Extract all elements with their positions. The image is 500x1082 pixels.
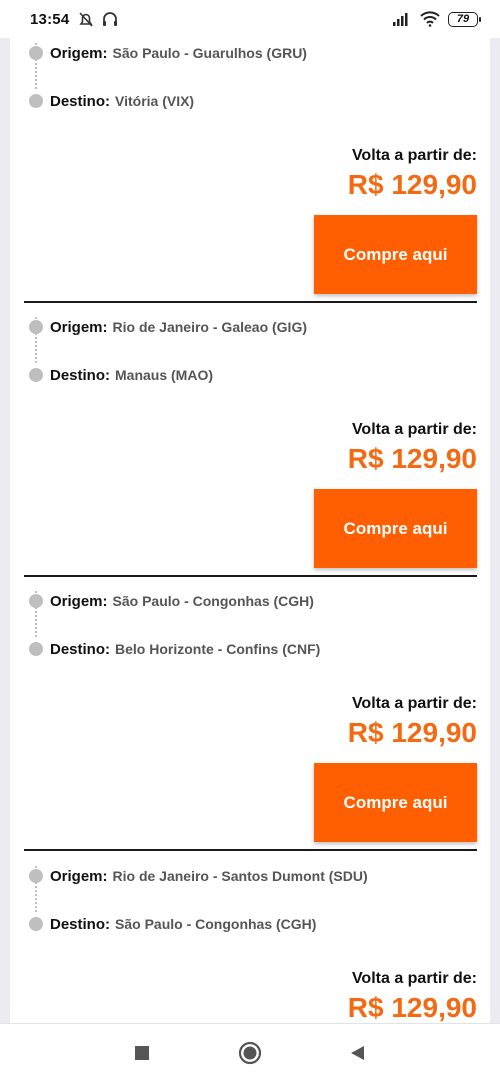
origin-value: Rio de Janeiro - Galeao (GIG): [112, 319, 307, 335]
destination-dot-icon: [29, 368, 43, 382]
origin-dot-icon: [29, 46, 43, 60]
battery-icon: 79: [448, 11, 481, 27]
destination-dot-icon: [29, 94, 43, 108]
price-label: Volta a partir de:: [351, 147, 477, 164]
trip-card: Origem: São Paulo - Guarulhos (GRU) Desti…: [24, 38, 477, 294]
wifi-icon: [420, 11, 440, 27]
destination-label: Destino:: [50, 92, 110, 110]
trip-list: Origem: São Paulo - Guarulhos (GRU) Desti…: [10, 38, 490, 1023]
signal-icon: [393, 13, 408, 26]
price-label: Volta a partir de:: [351, 421, 477, 438]
price-label: Volta a partir de:: [351, 970, 477, 987]
price-block: Volta a partir de: R$ 129,90: [24, 421, 477, 475]
recents-square-icon[interactable]: [128, 1039, 156, 1067]
origin-label: Origem:: [50, 44, 108, 62]
price-value: R$ 129,90: [347, 992, 477, 1023]
route: Origem: Rio de Janeiro - Galeao (GIG) Des…: [24, 303, 477, 399]
buy-button[interactable]: Compre aqui: [314, 763, 477, 842]
destination-dot-icon: [29, 917, 43, 931]
price-block: Volta a partir de: R$ 129,90: [24, 695, 477, 749]
buy-button[interactable]: Compre aqui: [314, 215, 477, 294]
status-time: 13:54: [30, 10, 70, 28]
origin-value: Rio de Janeiro - Santos Dumont (SDU): [112, 868, 368, 884]
buy-button[interactable]: Compre aqui: [314, 489, 477, 568]
headphones-icon: [103, 12, 118, 26]
origin-dot-icon: [29, 320, 43, 334]
origin-dot-icon: [29, 594, 43, 608]
back-triangle-icon[interactable]: [344, 1039, 372, 1067]
destination-label: Destino:: [50, 640, 110, 658]
destination-value: Belo Horizonte - Confins (CNF): [115, 641, 321, 657]
trip-card: Origem: São Paulo - Congonhas (CGH) Desti…: [24, 577, 477, 842]
route: Origem: São Paulo - Congonhas (CGH) Desti…: [24, 577, 477, 673]
destination-dot-icon: [29, 642, 43, 656]
origin-value: São Paulo - Congonhas (CGH): [112, 593, 314, 609]
route: Origem: São Paulo - Guarulhos (GRU) Desti…: [24, 38, 477, 125]
divider: [24, 849, 477, 851]
price-value: R$ 129,90: [347, 717, 477, 748]
origin-label: Origem:: [50, 867, 108, 885]
origin-value: São Paulo - Guarulhos (GRU): [112, 45, 307, 61]
price-value: R$ 129,90: [347, 443, 477, 474]
origin-label: Origem:: [50, 318, 108, 336]
price-block: Volta a partir de: R$ 129,90: [24, 147, 477, 201]
price-block: Volta a partir de: R$ 129,90: [24, 970, 477, 1023]
alarm-off-icon: [79, 12, 93, 27]
price-value: R$ 129,90: [347, 169, 477, 200]
trip-card: Origem: Rio de Janeiro - Galeao (GIG) Des…: [24, 303, 477, 568]
status-bar: 13:54 79: [0, 0, 500, 38]
trip-card: Origem: Rio de Janeiro - Santos Dumont (S…: [24, 852, 477, 1023]
destination-value: Vitória (VIX): [115, 93, 195, 109]
home-circle-icon[interactable]: [236, 1039, 264, 1067]
destination-label: Destino:: [50, 915, 110, 933]
origin-label: Origem:: [50, 592, 108, 610]
destination-label: Destino:: [50, 366, 110, 384]
origin-dot-icon: [29, 869, 43, 883]
route: Origem: Rio de Janeiro - Santos Dumont (S…: [24, 852, 477, 948]
navigation-bar: [0, 1023, 500, 1082]
destination-value: São Paulo - Congonhas (CGH): [115, 916, 317, 932]
price-label: Volta a partir de:: [351, 695, 477, 712]
destination-value: Manaus (MAO): [115, 367, 213, 383]
